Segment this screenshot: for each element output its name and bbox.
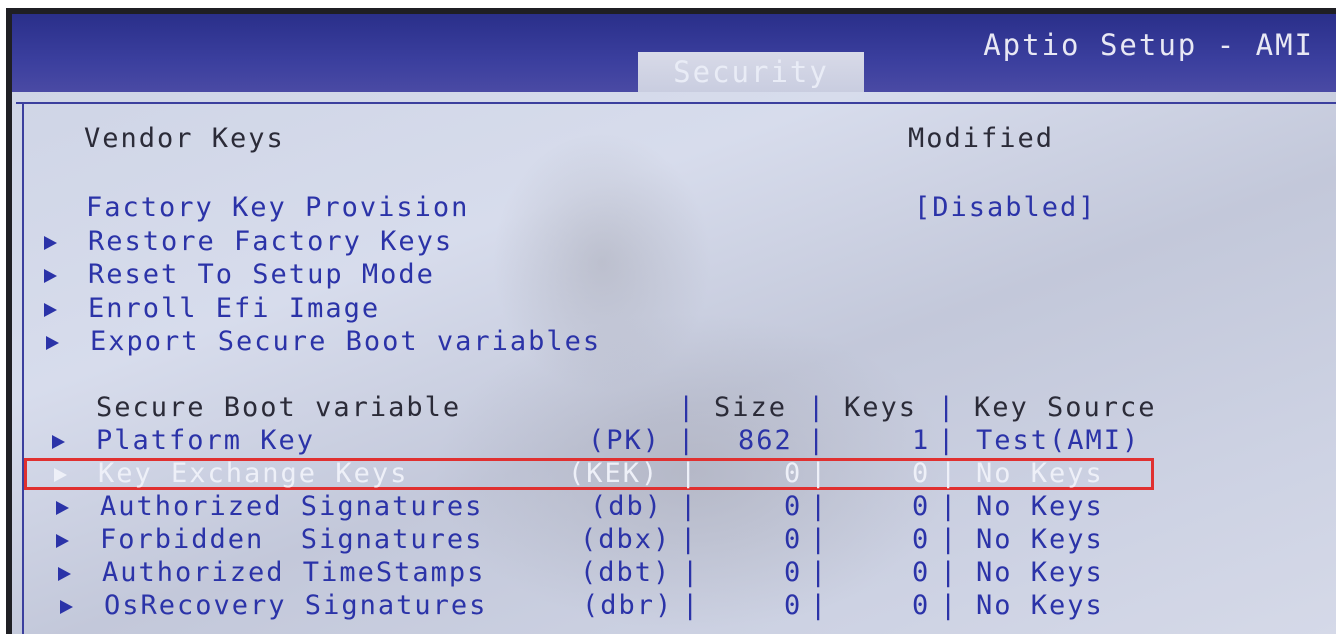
column-separator: | [680,458,697,489]
submenu-arrow-icon [54,468,67,482]
table-row-name[interactable]: OsRecovery Signatures [104,589,487,623]
table-row-keys: 1 [912,425,931,456]
table-header-keys: Keys [844,392,918,423]
table-row-size: 0 [784,458,803,489]
table-row-size: 0 [784,590,803,621]
table-row-source: No Keys [976,458,1104,489]
column-separator: | [938,392,955,423]
table-row-abbr: (dbx) [580,524,672,555]
table-row-size: 0 [784,524,803,555]
tab-security[interactable]: Security [638,52,864,92]
table-row-source: No Keys [976,491,1104,522]
table-row-abbr: (dbt) [580,557,672,588]
column-separator: | [680,524,697,555]
column-separator: | [810,458,827,489]
table-row-name[interactable]: Platform Key [96,424,315,458]
column-separator: | [940,557,957,588]
table-row-abbr: (db) [590,491,664,522]
submenu-arrow-icon [44,269,57,283]
column-separator: | [940,590,957,621]
column-separator: | [810,524,827,555]
column-separator: | [808,392,825,423]
table-row-name[interactable]: Authorized TimeStamps [102,556,485,590]
column-separator: | [810,557,827,588]
table-row-size: 862 [738,425,793,456]
column-separator: | [678,425,695,456]
table-header-variable: Secure Boot variable [96,392,462,423]
page-border-top [16,102,1336,104]
submenu-arrow-icon [58,567,71,581]
table-row-abbr: (KEK) [568,458,660,489]
table-row-keys: 0 [912,524,931,555]
column-separator: | [808,425,825,456]
table-row-name[interactable]: Forbidden Signatures [100,523,483,557]
table-row-keys: 0 [912,458,931,489]
menu-item-export-secure-boot-variables[interactable]: Export Secure Boot variables [90,325,601,359]
table-row-name[interactable]: Authorized Signatures [100,490,483,524]
table-row-source: No Keys [976,590,1104,621]
table-row-keys: 0 [912,590,931,621]
page-border-left [22,104,24,634]
column-separator: | [682,557,699,588]
column-separator: | [680,491,697,522]
submenu-arrow-icon [60,600,73,614]
menu-item-reset-to-setup-mode[interactable]: Reset To Setup Mode [88,258,435,292]
column-separator: | [810,590,827,621]
table-row-keys: 0 [912,491,931,522]
table-row-abbr: (PK) [588,425,662,456]
table-row-abbr: (dbr) [582,590,674,621]
vendor-keys-value: Modified [908,123,1055,154]
table-row-size: 0 [784,491,803,522]
menu-item-enroll-efi-image[interactable]: Enroll Efi Image [88,292,380,326]
factory-key-provision-value[interactable]: [Disabled] [914,191,1097,225]
submenu-arrow-icon [56,501,69,515]
submenu-arrow-icon [52,435,65,449]
table-row-source: No Keys [976,524,1104,555]
table-header-key-source: Key Source [974,392,1157,423]
column-separator: | [678,392,695,423]
column-separator: | [940,458,957,489]
table-row-size: 0 [784,557,803,588]
vendor-keys-label: Vendor Keys [84,123,285,154]
table-row-source: Test(AMI) [976,425,1141,456]
table-header-size: Size [714,392,788,423]
submenu-arrow-icon [44,303,57,317]
table-row-keys: 0 [912,557,931,588]
column-separator: | [682,590,699,621]
table-row-source: No Keys [976,557,1104,588]
column-separator: | [940,524,957,555]
setup-title: Aptio Setup - AMI [983,28,1314,62]
column-separator: | [938,425,955,456]
column-separator: | [940,491,957,522]
table-row-name[interactable]: Key Exchange Keys [98,457,408,491]
submenu-arrow-icon [44,236,57,250]
menu-item-factory-key-provision[interactable]: Factory Key Provision [86,191,469,225]
submenu-arrow-icon [46,336,59,350]
submenu-arrow-icon [56,534,69,548]
column-separator: | [810,491,827,522]
menu-item-restore-factory-keys[interactable]: Restore Factory Keys [88,225,453,259]
